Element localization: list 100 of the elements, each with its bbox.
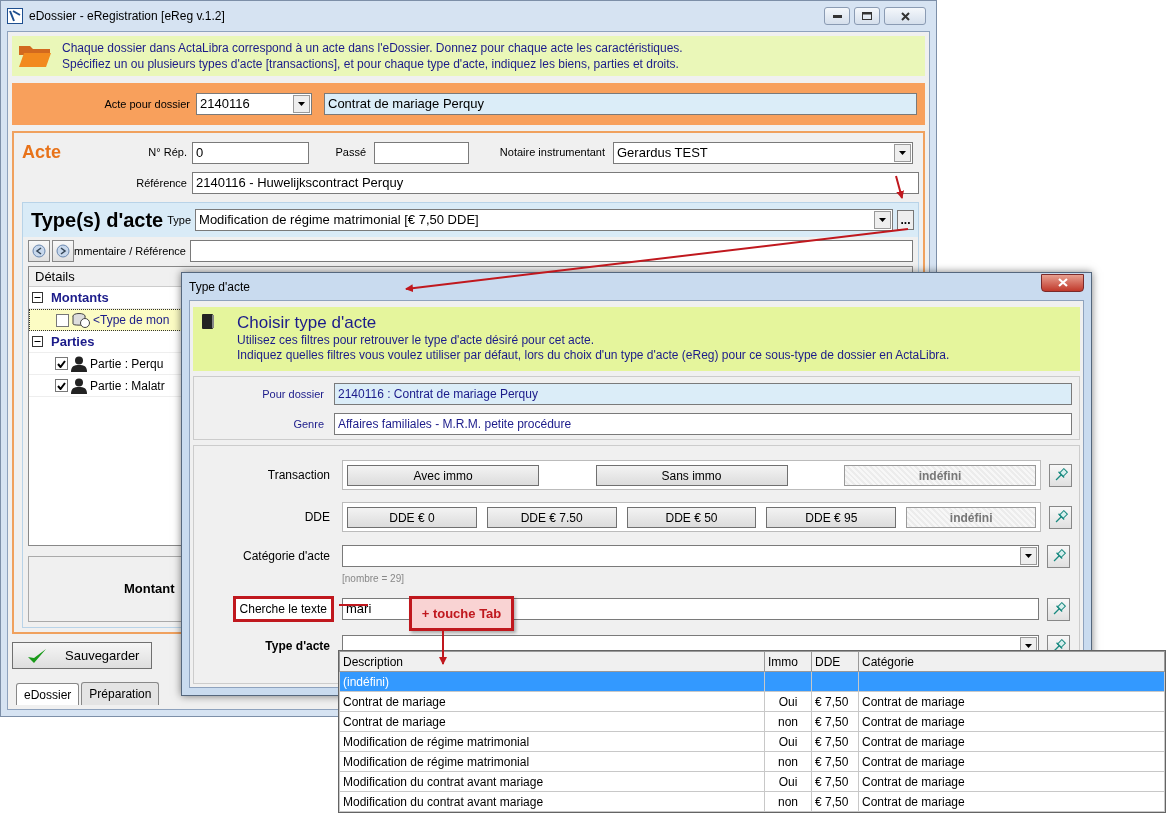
field-label: Type bbox=[167, 212, 192, 228]
dropdown-arrow-icon bbox=[899, 150, 906, 155]
list-row[interactable]: Modification de régime matrimonial non € 7,50 Contrat de mariage bbox=[339, 751, 1165, 772]
close-button[interactable] bbox=[1041, 273, 1084, 292]
close-button[interactable] bbox=[884, 7, 926, 25]
column-header: Catégorie bbox=[858, 651, 1165, 672]
field-label: Cherche le texte bbox=[232, 596, 334, 622]
info-text: Utilisez ces filtres pour retrouver le type d'acte désiré pour cet acte. bbox=[237, 333, 596, 348]
repertory-number-field[interactable]: 0 bbox=[192, 141, 309, 164]
dossier-description-field[interactable]: Contrat de mariage Perquy bbox=[324, 93, 917, 115]
filter-option-button[interactable]: indéfini bbox=[906, 507, 1037, 528]
date-field[interactable] bbox=[374, 141, 469, 164]
filter-option-button[interactable]: indéfini bbox=[844, 465, 1037, 486]
table-cell: € 7,50 bbox=[811, 711, 859, 732]
table-cell: Contrat de mariage bbox=[858, 751, 1165, 772]
dropdown-arrow-icon bbox=[298, 102, 305, 106]
right-arrow-circle-icon bbox=[56, 244, 70, 258]
tab[interactable]: eDossier bbox=[16, 683, 80, 705]
list-row[interactable]: Contrat de mariage Oui € 7,50 Contrat de mariage bbox=[339, 691, 1165, 712]
filter-option-button[interactable]: Sans immo bbox=[595, 465, 788, 486]
filter-option-button[interactable]: Avec immo bbox=[347, 465, 539, 486]
field-label: Pour dossier bbox=[261, 386, 325, 402]
table-cell: Modification du contrat avant mariage bbox=[339, 771, 765, 792]
table-cell: non bbox=[764, 751, 812, 772]
table-cell: € 7,50 bbox=[811, 691, 859, 712]
table-cell: Modification du contrat avant mariage bbox=[339, 791, 765, 812]
collapse-icon[interactable] bbox=[32, 336, 43, 347]
field-label: Type d'acte bbox=[264, 638, 331, 655]
tree-group-label[interactable]: Montants bbox=[51, 287, 109, 308]
table-cell: € 7,50 bbox=[811, 751, 859, 772]
act-type-select[interactable]: Modification de régime matrimonial [€ 7,50 DDE] bbox=[195, 209, 893, 231]
check-icon bbox=[57, 359, 66, 368]
field-label: Catégorie d'acte bbox=[242, 548, 331, 565]
table-cell: € 7,50 bbox=[811, 771, 859, 792]
forward-button[interactable] bbox=[52, 240, 74, 262]
collapse-icon[interactable] bbox=[32, 292, 43, 303]
tab[interactable]: Préparation bbox=[81, 682, 160, 705]
save-button[interactable]: Sauvegarder bbox=[12, 642, 152, 669]
info-text: Spécifiez un ou plusieurs types d'acte [transactions], et pour chaque type d'acte, indiquez les biens, parties et droits. bbox=[62, 56, 680, 72]
pin-icon bbox=[1053, 468, 1068, 482]
tree-group-label[interactable]: Parties bbox=[51, 331, 95, 352]
dossier-select[interactable]: 2140116 bbox=[196, 93, 312, 115]
field-label: N° Rép. bbox=[147, 145, 188, 161]
tree-item-label: Partie : Malatr bbox=[90, 377, 165, 395]
checkbox[interactable] bbox=[55, 357, 68, 370]
pin-button[interactable] bbox=[1047, 597, 1070, 621]
dropdown-arrow-icon bbox=[1025, 644, 1032, 648]
filter-option-button[interactable]: DDE € 7.50 bbox=[486, 507, 617, 528]
back-button[interactable] bbox=[28, 240, 50, 262]
table-cell: non bbox=[764, 791, 812, 812]
info-text: Indiquez quelles filtres vous voulez utiliser par défaut, lors du choix d'un type d'acte (eReg) pour ce sous-type de dossier en ActaLibra. bbox=[237, 348, 950, 363]
table-cell: Modification de régime matrimonial bbox=[339, 751, 765, 772]
list-row[interactable]: Contrat de mariage non € 7,50 Contrat de mariage bbox=[339, 711, 1165, 732]
filter-option-button[interactable]: DDE € 50 bbox=[626, 507, 757, 528]
person-icon bbox=[71, 355, 87, 372]
table-cell: € 7,50 bbox=[811, 791, 859, 812]
table-cell: Contrat de mariage bbox=[858, 771, 1165, 792]
maximize-icon bbox=[862, 12, 872, 20]
close-icon bbox=[1057, 278, 1068, 287]
table-cell: (indéfini) bbox=[339, 671, 765, 692]
table-cell: Oui bbox=[764, 771, 812, 792]
pin-icon bbox=[1051, 602, 1066, 616]
more-button[interactable]: ... bbox=[897, 210, 914, 230]
genre-field[interactable]: Affaires familiales - M.R.M. petite procédure bbox=[334, 413, 1072, 435]
field-label: Acte pour dossier bbox=[103, 96, 190, 112]
pin-button[interactable] bbox=[1047, 544, 1070, 568]
maximize-button[interactable] bbox=[854, 7, 880, 25]
check-icon bbox=[57, 381, 66, 390]
comment-field[interactable] bbox=[190, 240, 913, 262]
field-label: DDE bbox=[303, 509, 331, 526]
reference-field[interactable]: 2140116 - Huwelijkscontract Perquy bbox=[192, 172, 919, 194]
checkbox[interactable] bbox=[56, 313, 69, 327]
pin-button[interactable] bbox=[1049, 505, 1072, 529]
tree-item-label: <Type de mon bbox=[93, 312, 170, 329]
count-note: [nombre = 29] bbox=[342, 574, 405, 584]
field-label: Transaction bbox=[266, 467, 331, 484]
table-cell: Contrat de mariage bbox=[339, 691, 765, 712]
left-arrow-circle-icon bbox=[32, 244, 46, 258]
field-label: Genre bbox=[292, 416, 325, 432]
column-header: Détails bbox=[35, 267, 75, 286]
annotation-arrow bbox=[895, 175, 904, 199]
field-label: Passé bbox=[334, 145, 367, 161]
filter-option-button[interactable]: DDE € 95 bbox=[766, 507, 897, 528]
list-row[interactable]: Modification du contrat avant mariage Oui € 7,50 Contrat de mariage bbox=[339, 771, 1165, 792]
book-icon bbox=[201, 313, 215, 330]
minimize-button[interactable] bbox=[824, 7, 850, 25]
section-title: Acte bbox=[22, 141, 62, 164]
dossier-field[interactable]: 2140116 : Contrat de mariage Perquy bbox=[334, 383, 1072, 405]
filter-option-button[interactable]: DDE € 0 bbox=[347, 507, 477, 528]
list-row[interactable]: Modification du contrat avant mariage non € 7,50 Contrat de mariage bbox=[339, 791, 1165, 812]
table-cell: Modification de régime matrimonial bbox=[339, 731, 765, 752]
list-row[interactable]: Modification de régime matrimonial Oui € 7,50 Contrat de mariage bbox=[339, 731, 1165, 752]
minimize-icon bbox=[832, 14, 842, 18]
checkbox[interactable] bbox=[55, 379, 68, 392]
notary-select[interactable]: Gerardus TEST bbox=[613, 141, 913, 164]
table-cell: Contrat de mariage bbox=[858, 711, 1165, 732]
window-title: eDossier - eRegistration [eReg v.1.2] bbox=[29, 8, 226, 25]
pin-button[interactable] bbox=[1049, 463, 1072, 487]
filter-select[interactable] bbox=[342, 545, 1039, 567]
annotation-underline bbox=[338, 604, 369, 606]
